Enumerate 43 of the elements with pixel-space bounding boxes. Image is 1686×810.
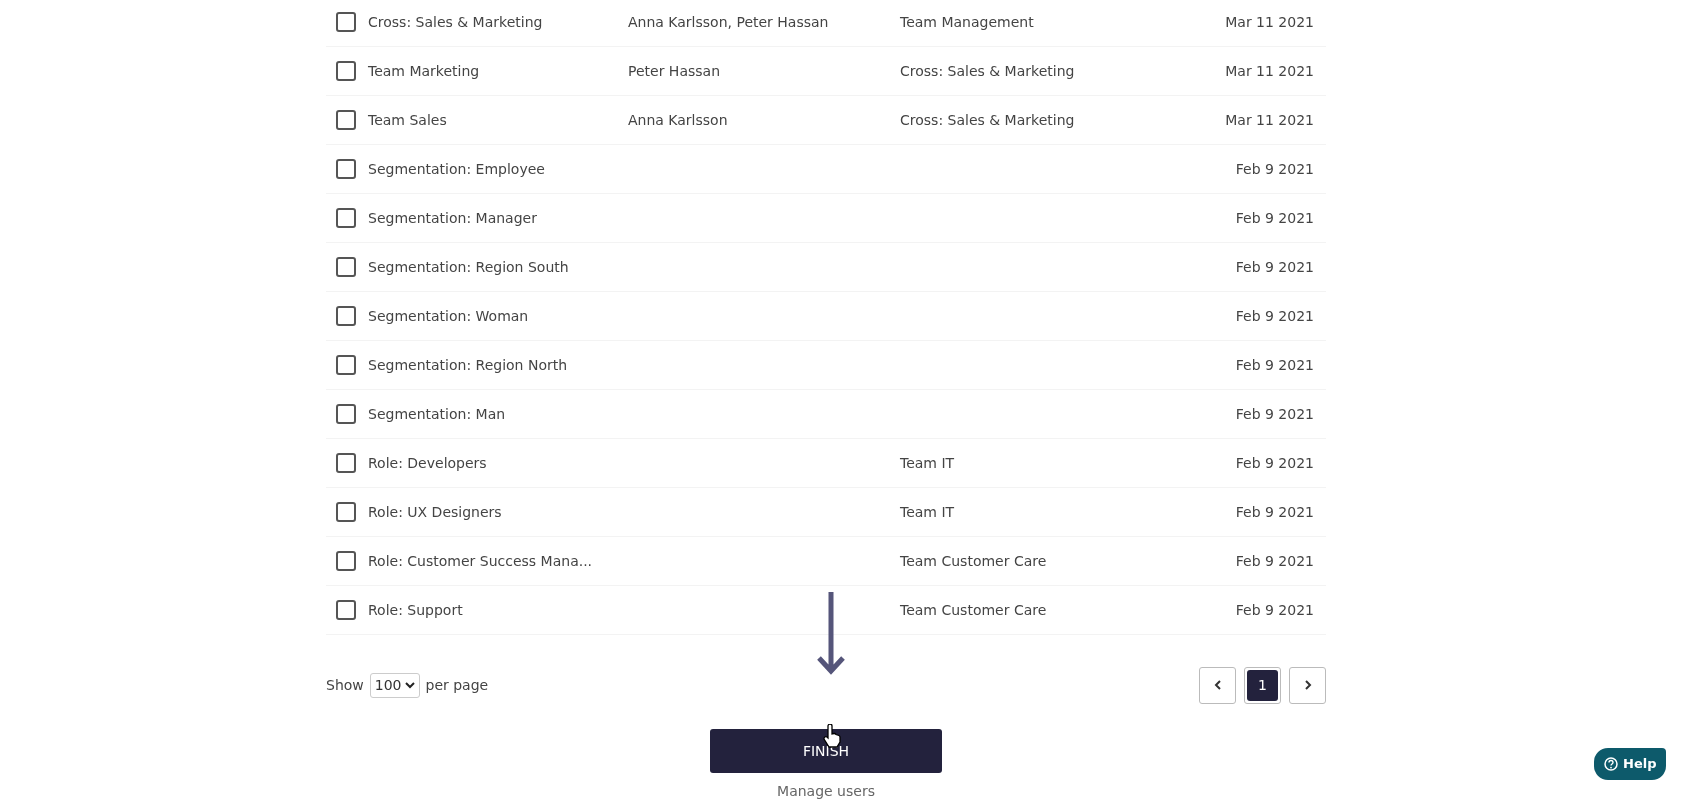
date-cell-text: Feb 9 2021 [1235,502,1314,522]
group-name: Team Marketing [368,62,480,79]
date-cell-text: Feb 9 2021 [1235,159,1314,179]
date-cell-text: Feb 9 2021 [1235,208,1314,228]
member-names: Anna Karlsson, Peter Hassan [628,13,829,30]
group-name: Segmentation: Employee [368,160,545,177]
help-button[interactable]: Help [1594,748,1667,780]
date-cell-text: Mar 11 2021 [1225,12,1314,32]
date-cell-text: Feb 9 2021 [1235,355,1314,375]
group-name: Role: Support [368,601,463,618]
group-name: Segmentation: Woman [368,307,529,324]
page-button[interactable]: 1 [1247,669,1278,701]
parent-group: Team Customer Care [900,552,1047,569]
date-cell-text: Mar 11 2021 [1225,61,1314,81]
finish-button[interactable]: FINISH [710,729,942,773]
group-name: Segmentation: Man [368,405,506,422]
group-name: Role: Developers [368,454,487,471]
group-name: Role: Customer Success Mana... [368,552,593,569]
date-cell-text: Mar 11 2021 [1225,110,1314,130]
date-cell-text: Feb 9 2021 [1235,600,1314,620]
parent-group: Team Management [900,13,1034,30]
parent-group: Team IT [900,503,955,520]
group-name: Cross: Sales & Marketing [368,13,543,30]
parent-group: Cross: Sales & Marketing [900,62,1075,79]
parent-group: Team Customer Care [900,601,1047,618]
show-label: Show [326,675,364,695]
date-cell-text: Feb 9 2021 [1235,551,1314,571]
date-cell-text: Feb 9 2021 [1235,257,1314,277]
member-names: Peter Hassan [628,62,720,79]
group-name: Team Sales [368,111,447,128]
per-page-select[interactable]: 100 [369,672,420,698]
parent-group: Cross: Sales & Marketing [900,111,1075,128]
manage-users-link[interactable]: Manage users [777,783,875,799]
date-cell-text: Feb 9 2021 [1235,404,1314,424]
group-name: Role: UX Designers [368,503,502,520]
date-cell-text: Feb 9 2021 [1235,306,1314,326]
parent-group: Team IT [900,454,955,471]
group-name: Segmentation: Region North [368,356,568,373]
group-name: Segmentation: Region South [368,258,569,275]
date-cell-text: Feb 9 2021 [1235,453,1314,473]
group-name: Segmentation: Manager [368,209,537,226]
per-page-label: per page [425,675,489,695]
member-names: Anna Karlsson [628,111,728,128]
